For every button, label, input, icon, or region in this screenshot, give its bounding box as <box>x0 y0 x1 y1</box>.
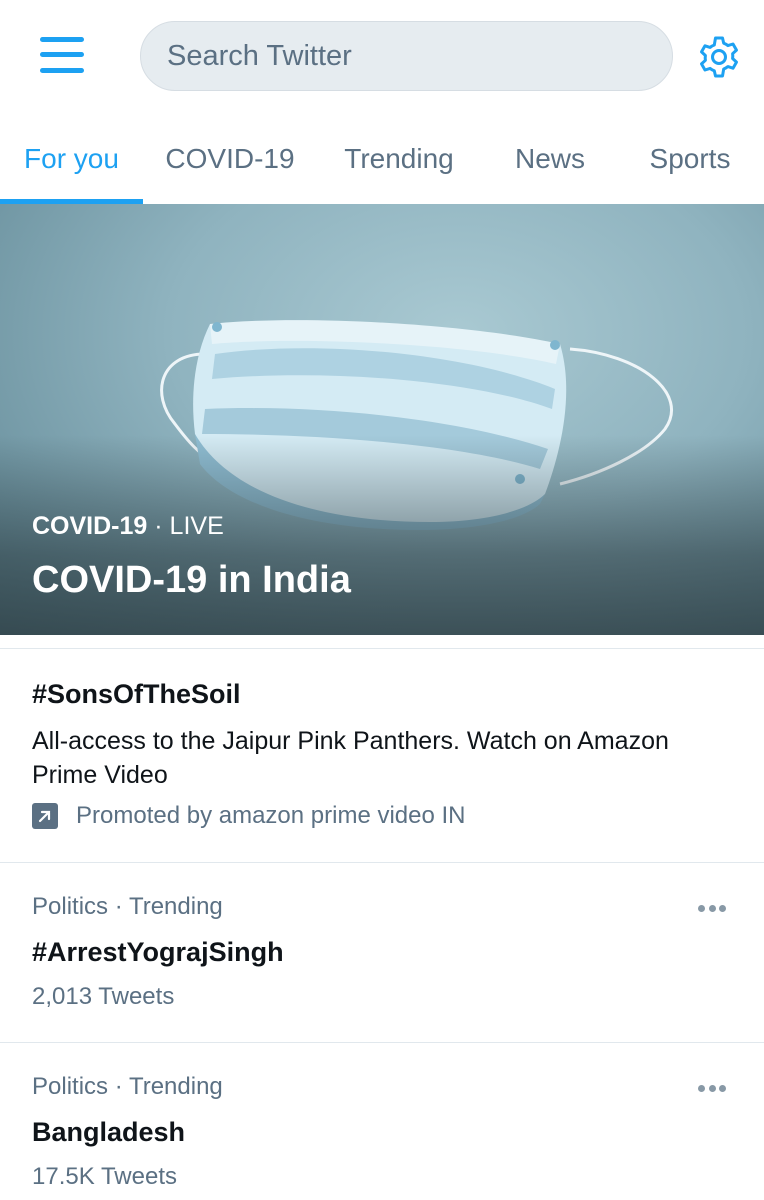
trend-category: Politics <box>32 1073 109 1100</box>
trend-tweet-count: 17.5K Tweets <box>32 1163 177 1190</box>
trend-title: #ArrestYograjSingh <box>32 937 284 967</box>
trend-separator: · <box>114 893 123 920</box>
top-bar <box>0 0 764 114</box>
promoted-arrow-icon <box>32 803 58 829</box>
tab-for-you[interactable]: For you <box>0 114 143 204</box>
trend-item[interactable]: Politics · Trending Bangladesh 17.5K Twe… <box>0 1043 764 1200</box>
trend-meta: Politics · Trending <box>32 1073 223 1101</box>
hero-card[interactable]: COVID-19 · LIVE COVID-19 in India <box>0 204 764 635</box>
trend-title: Bangladesh <box>32 1117 186 1147</box>
trend-separator: · <box>114 1073 123 1100</box>
tab-news[interactable]: News <box>490 114 610 204</box>
trend-tweet-count: 2,013 Tweets <box>32 983 175 1010</box>
hero-title: COVID-19 in India <box>32 559 351 601</box>
tab-trending[interactable]: Trending <box>318 114 480 204</box>
explore-tabs: For you COVID-19 Trending News Sports <box>0 114 764 204</box>
promoted-by-text: Promoted by amazon prime video IN <box>76 802 466 829</box>
hero-meta: COVID-19 · LIVE <box>32 512 224 541</box>
hero-category: COVID-19 <box>32 512 148 540</box>
search-bar[interactable] <box>140 21 673 91</box>
more-dots-icon[interactable] <box>692 893 732 923</box>
trend-item[interactable]: Politics · Trending #ArrestYograjSingh 2… <box>0 863 764 1043</box>
gear-icon[interactable] <box>695 33 743 81</box>
more-dots-icon[interactable] <box>692 1073 732 1103</box>
tab-sports[interactable]: Sports <box>620 114 760 204</box>
promoted-title: #SonsOfTheSoil <box>32 679 241 709</box>
trend-label: Trending <box>128 1073 223 1100</box>
section-gap <box>0 635 764 649</box>
trend-category: Politics <box>32 893 109 920</box>
search-input[interactable] <box>165 22 645 90</box>
promoted-by-line: Promoted by amazon prime video IN <box>32 801 466 831</box>
hero-separator: · <box>154 512 163 540</box>
hero-status: LIVE <box>169 512 224 540</box>
promoted-description: All-access to the Jaipur Pink Panthers. … <box>32 727 669 789</box>
promoted-trend[interactable]: #SonsOfTheSoil All-access to the Jaipur … <box>0 649 764 863</box>
tab-covid-19[interactable]: COVID-19 <box>150 114 310 204</box>
hamburger-menu-icon[interactable] <box>40 34 84 76</box>
trend-label: Trending <box>128 893 223 920</box>
trend-meta: Politics · Trending <box>32 893 223 921</box>
